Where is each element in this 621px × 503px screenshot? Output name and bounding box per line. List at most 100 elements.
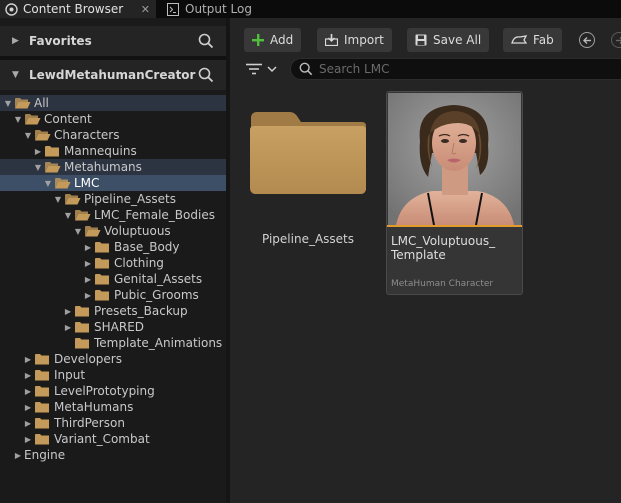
tree-item-label: Template_Animations (94, 336, 223, 350)
tree-item-input[interactable]: ▶ Input (0, 367, 226, 383)
save-all-button[interactable]: Save All (407, 28, 490, 52)
chevron-right-icon[interactable]: ▶ (22, 387, 34, 396)
chevron-right-icon[interactable]: ▶ (62, 307, 74, 316)
search-input[interactable] (319, 62, 579, 76)
tab-label: Content Browser (23, 2, 124, 16)
search-icon[interactable] (198, 67, 214, 83)
folder-open-icon (24, 113, 42, 125)
asset-type-color-bar (387, 225, 522, 227)
folder-icon (74, 305, 92, 317)
tree-item-presets-backup[interactable]: ▶ Presets_Backup (0, 303, 226, 319)
history-back-button[interactable] (579, 32, 595, 48)
chevron-down-icon[interactable]: ▼ (72, 227, 84, 236)
chevron-right-icon[interactable]: ▶ (32, 147, 44, 156)
tree-item-metahumans[interactable]: ▼ Metahumans (0, 159, 226, 175)
tree-item-clothing[interactable]: ▶ Clothing (0, 255, 226, 271)
tree-item-characters[interactable]: ▼ Characters (0, 127, 226, 143)
tree-item-variant-combat[interactable]: ▶ Variant_Combat (0, 431, 226, 447)
search-icon (299, 62, 313, 76)
tab-output-log[interactable]: Output Log (162, 0, 258, 18)
project-header[interactable]: ▼ LewdMetahumanCreator (0, 60, 226, 90)
tree-item-levelprototyping[interactable]: ▶ LevelPrototyping (0, 383, 226, 399)
tree-item-metahumans[interactable]: ▶ MetaHumans (0, 399, 226, 415)
folder-icon (74, 337, 92, 349)
folder-tile[interactable]: Pipeline_Assets (248, 108, 368, 258)
chevron-down-icon[interactable]: ▼ (2, 99, 14, 108)
chevron-right-icon[interactable]: ▶ (22, 403, 34, 412)
chevron-right-icon: ▶ (12, 36, 19, 46)
chevron-down-icon[interactable]: ▼ (42, 179, 54, 188)
chevron-right-icon[interactable]: ▶ (82, 275, 94, 284)
import-button[interactable]: Import (317, 28, 392, 52)
filter-icon (246, 63, 262, 75)
folder-open-icon (14, 97, 32, 109)
tree-item-content[interactable]: ▼ Content (0, 111, 226, 127)
chevron-down-icon[interactable]: ▼ (12, 115, 24, 124)
tree-item-template-animations[interactable]: Template_Animations (0, 335, 226, 351)
chevron-right-icon[interactable]: ▶ (82, 259, 94, 268)
folder-icon (34, 385, 52, 397)
tree-item-lmc-female-bodies[interactable]: ▼ LMC_Female_Bodies (0, 207, 226, 223)
tab-content-browser[interactable]: Content Browser ✕ (0, 0, 156, 18)
tree-item-label: ThirdPerson (54, 416, 125, 430)
tree-item-developers[interactable]: ▶ Developers (0, 351, 226, 367)
tree-item-label: LMC (74, 176, 100, 190)
arrow-left-icon (582, 36, 591, 44)
tree-item-base-body[interactable]: ▶ Base_Body (0, 239, 226, 255)
chevron-right-icon[interactable]: ▶ (12, 451, 24, 460)
project-label: LewdMetahumanCreator (29, 68, 196, 82)
chevron-right-icon[interactable]: ▶ (22, 435, 34, 444)
chevron-right-icon[interactable]: ▶ (22, 419, 34, 428)
folder-icon (74, 321, 92, 333)
tree-item-label: Metahumans (64, 160, 142, 174)
tree-item-label: Base_Body (114, 240, 180, 254)
tree-item-mannequins[interactable]: ▶ Mannequins (0, 143, 226, 159)
search-field[interactable] (290, 58, 621, 80)
tree-item-label: SHARED (94, 320, 145, 334)
tree-item-label: Presets_Backup (94, 304, 188, 318)
chevron-right-icon[interactable]: ▶ (22, 355, 34, 364)
favorites-header[interactable]: ▶ Favorites (0, 26, 226, 56)
chevron-right-icon[interactable]: ▶ (62, 323, 74, 332)
tree-item-label: Mannequins (64, 144, 137, 158)
asset-card[interactable]: LMC_Voluptuous_ Template MetaHuman Charac… (386, 91, 523, 295)
chevron-right-icon[interactable]: ▶ (82, 243, 94, 252)
folder-open-icon (64, 193, 82, 205)
sources-panel: ▶ Favorites ▼ LewdMetahumanCreator ▼ All ▼… (0, 18, 226, 503)
filter-bar (230, 58, 621, 80)
tree-item-pipeline-assets[interactable]: ▼ Pipeline_Assets (0, 191, 226, 207)
folder-label: Pipeline_Assets (261, 232, 354, 246)
chevron-right-icon[interactable]: ▶ (82, 291, 94, 300)
tree-item-all[interactable]: ▼ All (0, 95, 226, 111)
tree-item-pubic-grooms[interactable]: ▶ Pubic_Grooms (0, 287, 226, 303)
search-icon[interactable] (198, 33, 214, 49)
folder-icon (44, 145, 62, 157)
add-button[interactable]: Add (244, 28, 302, 52)
folder-icon (34, 401, 52, 413)
tree-item-shared[interactable]: ▶ SHARED (0, 319, 226, 335)
tree-item-label: All (34, 96, 49, 110)
tree-item-thirdperson[interactable]: ▶ ThirdPerson (0, 415, 226, 431)
folder-open-icon (84, 225, 102, 237)
history-forward-button[interactable] (611, 32, 621, 48)
tree-item-voluptuous[interactable]: ▼ Voluptuous (0, 223, 226, 239)
folder-icon (94, 241, 112, 253)
import-icon (325, 34, 338, 46)
toolbar: Add Import Save All Fab (230, 28, 621, 54)
import-label: Import (344, 33, 384, 47)
chevron-right-icon[interactable]: ▶ (22, 371, 34, 380)
folder-icon (94, 289, 112, 301)
chevron-down-icon: ▼ (12, 70, 19, 80)
chevron-down-icon[interactable]: ▼ (52, 195, 64, 204)
tree-item-lmc[interactable]: ▼ LMC (0, 175, 226, 191)
chevron-down-icon[interactable]: ▼ (22, 131, 34, 140)
tree-item-engine[interactable]: ▶ Engine (0, 447, 226, 463)
close-icon[interactable]: ✕ (141, 3, 150, 16)
filter-button[interactable] (246, 60, 280, 78)
tree-item-genital-assets[interactable]: ▶ Genital_Assets (0, 271, 226, 287)
chevron-down-icon[interactable]: ▼ (62, 211, 74, 220)
chevron-down-icon[interactable]: ▼ (32, 163, 44, 172)
add-label: Add (270, 33, 294, 47)
fab-button[interactable]: Fab (503, 28, 562, 52)
folder-open-icon (54, 177, 72, 189)
